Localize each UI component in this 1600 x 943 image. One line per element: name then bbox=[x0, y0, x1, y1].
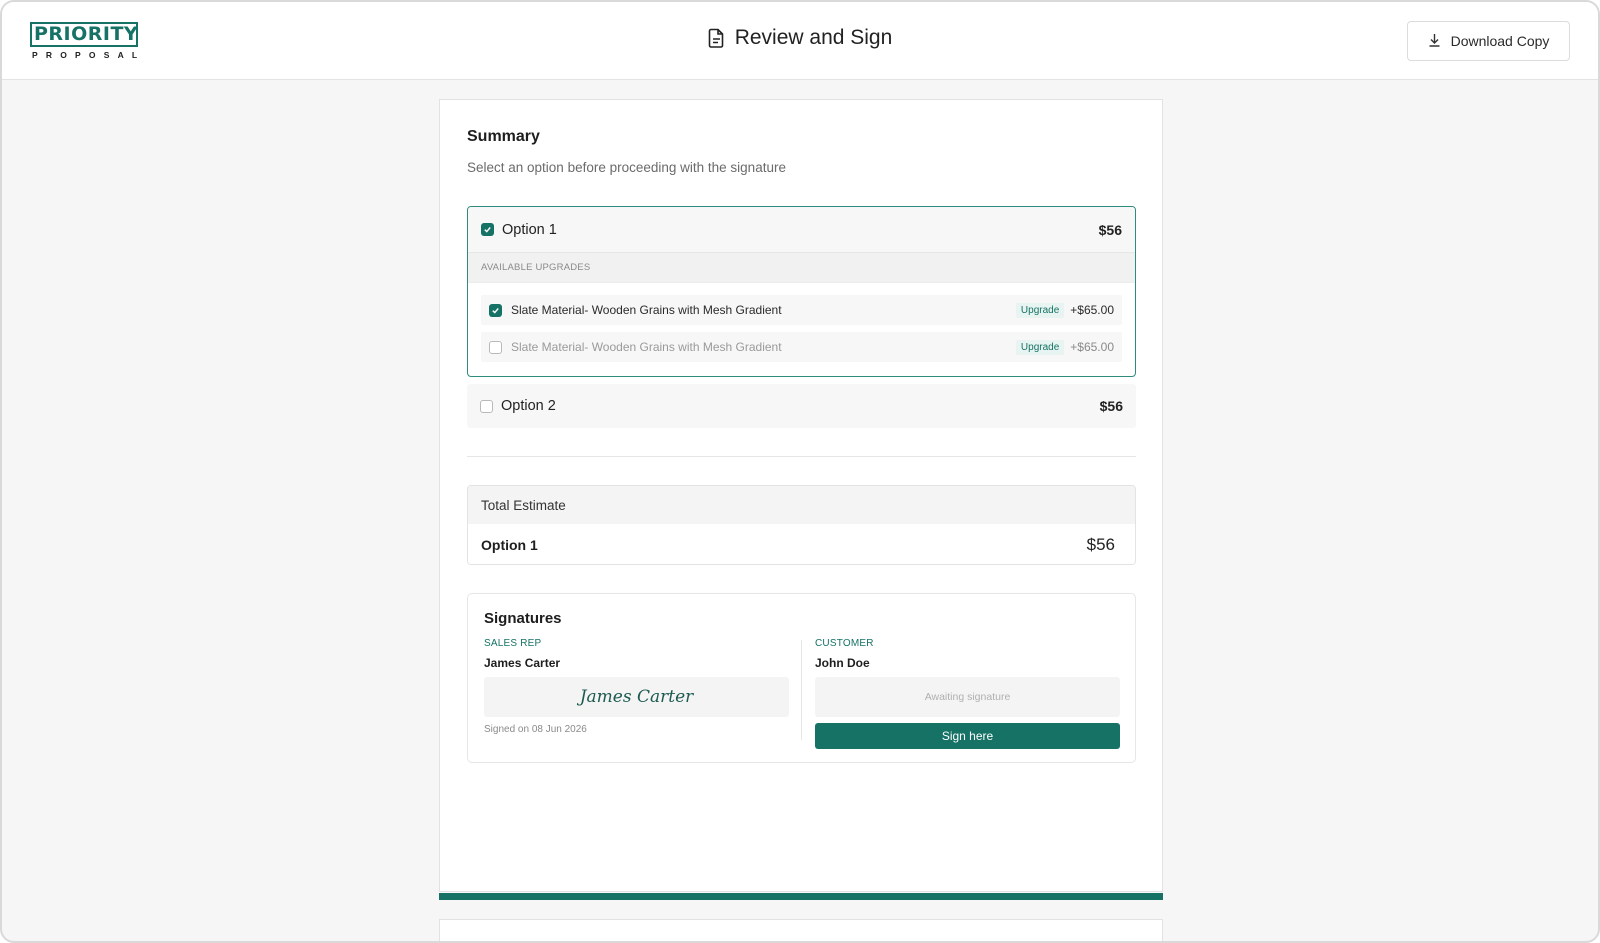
sales-rep-name: James Carter bbox=[484, 656, 561, 670]
total-estimate: Total Estimate Option 1 $56 bbox=[467, 485, 1136, 565]
card-accent-bar bbox=[439, 893, 1163, 900]
option-1-label: Option 1 bbox=[502, 221, 557, 238]
total-estimate-row: Option 1 $56 bbox=[468, 524, 1135, 564]
option-1-card: Option 1 $56 AVAILABLE UPGRADES Slate Ma… bbox=[467, 206, 1136, 377]
customer-role: CUSTOMER bbox=[815, 638, 874, 649]
total-amount: $56 bbox=[1086, 534, 1115, 554]
awaiting-signature-text: Awaiting signature bbox=[924, 691, 1011, 703]
sign-here-button[interactable]: Sign here bbox=[815, 723, 1120, 749]
upgrade-2-label: Slate Material- Wooden Grains with Mesh … bbox=[511, 340, 782, 354]
summary-title: Summary bbox=[467, 128, 540, 145]
signatures-section: Signatures SALES REP James Carter James … bbox=[467, 593, 1136, 763]
upgrade-2-price: +$65.00 bbox=[1070, 340, 1114, 354]
option-2-row[interactable]: Option 2 $56 bbox=[467, 384, 1136, 428]
signature-separator bbox=[801, 640, 802, 740]
sales-rep-signature: SALES REP James Carter James Carter Sign… bbox=[484, 638, 789, 735]
page-title: Review and Sign bbox=[734, 26, 893, 49]
upgrade-list: Slate Material- Wooden Grains with Mesh … bbox=[468, 283, 1135, 362]
sales-rep-signed-date: Signed on 08 Jun 2026 bbox=[484, 724, 587, 735]
option-2-price: $56 bbox=[1099, 398, 1123, 414]
total-option-label: Option 1 bbox=[481, 536, 538, 553]
section-divider bbox=[467, 456, 1136, 457]
download-copy-button[interactable]: Download Copy bbox=[1407, 21, 1570, 61]
page-title-group: Review and Sign bbox=[2, 26, 1598, 50]
document-icon bbox=[708, 28, 725, 48]
summary-subtitle: Select an option before proceeding with … bbox=[467, 160, 786, 175]
option-2-checkbox[interactable] bbox=[480, 399, 493, 413]
customer-signature-box[interactable]: Awaiting signature bbox=[815, 677, 1120, 717]
total-estimate-title: Total Estimate bbox=[468, 486, 1135, 524]
logo-sub-text: PROPOSAL bbox=[32, 50, 146, 60]
option-1-row[interactable]: Option 1 $56 bbox=[468, 207, 1135, 253]
signatures-title: Signatures bbox=[484, 610, 562, 627]
upgrade-item-1[interactable]: Slate Material- Wooden Grains with Mesh … bbox=[481, 295, 1122, 325]
download-icon bbox=[1428, 33, 1441, 50]
upgrade-2-checkbox[interactable] bbox=[489, 340, 502, 354]
check-icon bbox=[492, 307, 499, 314]
review-card: Summary Select an option before proceedi… bbox=[439, 99, 1163, 892]
upgrade-1-checkbox[interactable] bbox=[489, 303, 502, 317]
customer-signature: CUSTOMER John Doe Awaiting signature Sig… bbox=[815, 638, 1120, 749]
upgrade-1-price: +$65.00 bbox=[1070, 303, 1114, 317]
option-1-price: $56 bbox=[1098, 221, 1122, 238]
customer-name: John Doe bbox=[815, 656, 870, 670]
app-frame: PRIORITY PROPOSAL Review and Sign Downlo… bbox=[0, 0, 1600, 943]
option-1-checkbox[interactable] bbox=[481, 223, 494, 236]
available-upgrades-header: AVAILABLE UPGRADES bbox=[468, 253, 1135, 283]
upgrade-1-badge: Upgrade bbox=[1015, 302, 1065, 318]
upgrade-2-badge: Upgrade bbox=[1015, 339, 1065, 355]
sales-rep-signature-text: James Carter bbox=[579, 687, 694, 707]
sales-rep-role: SALES REP bbox=[484, 638, 542, 649]
upgrade-item-2[interactable]: Slate Material- Wooden Grains with Mesh … bbox=[481, 332, 1122, 362]
download-copy-label: Download Copy bbox=[1450, 33, 1550, 49]
option-2-label: Option 2 bbox=[501, 398, 556, 414]
sales-rep-signature-box: James Carter bbox=[484, 677, 789, 717]
check-icon bbox=[484, 227, 491, 233]
top-header: PRIORITY PROPOSAL Review and Sign Downlo… bbox=[2, 2, 1598, 80]
next-card bbox=[439, 919, 1163, 941]
upgrade-1-label: Slate Material- Wooden Grains with Mesh … bbox=[511, 303, 782, 317]
